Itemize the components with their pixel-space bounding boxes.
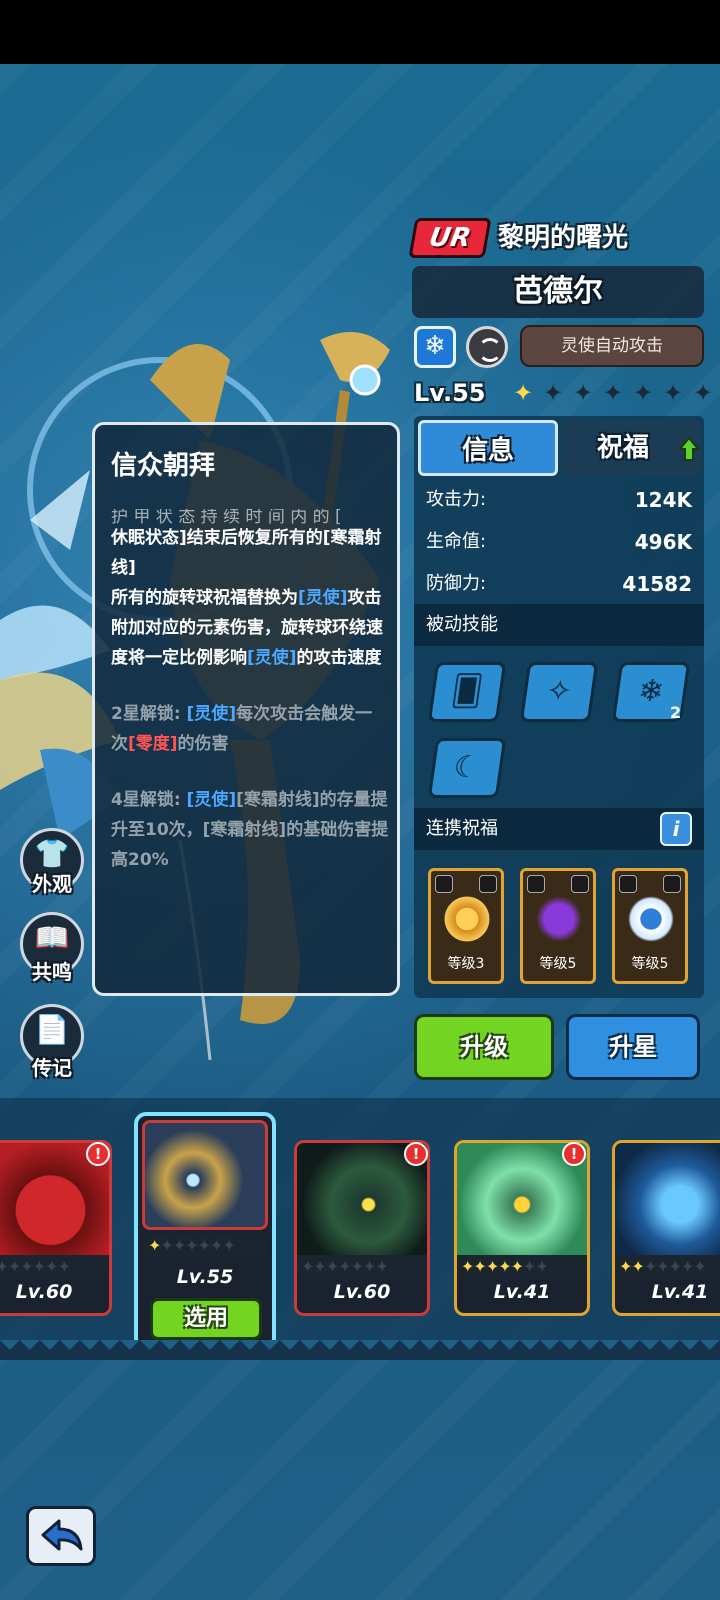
star-icon-filled: ✦ bbox=[512, 379, 534, 407]
hero-stars: ✦✦✦✦✦✦✦ bbox=[457, 1255, 587, 1279]
status-bar bbox=[0, 0, 720, 64]
star-icon-empty: ✦ bbox=[662, 379, 684, 407]
hero-level: Lv.41 bbox=[493, 1281, 551, 1303]
hero-level: Lv.60 bbox=[333, 1281, 391, 1303]
type-icon bbox=[527, 875, 545, 893]
back-arrow-icon bbox=[41, 1519, 83, 1551]
bless-card[interactable]: 等级5 bbox=[520, 868, 596, 984]
bless-level: 等级5 bbox=[539, 956, 577, 972]
book-icon: 📖 bbox=[34, 921, 70, 954]
select-button[interactable]: 选用 bbox=[150, 1298, 262, 1340]
tooltip-text: 休眠状态]结束后恢复所有的[寒霜射线] bbox=[111, 528, 382, 578]
shirt-icon: 👕 bbox=[34, 837, 70, 870]
tooltip-title: 信众朝拜 bbox=[111, 451, 216, 481]
skill-tooltip[interactable]: 信众朝拜 护 甲 状 态 持 续 时 间 内 的 [ 休眠状态]结束后恢复所有的… bbox=[92, 422, 400, 996]
hero-card[interactable]: ✦✦✦✦✦✦✦ Lv.41 bbox=[454, 1140, 590, 1316]
character-title: 黎明的曙光 bbox=[498, 223, 629, 253]
auto-attack-button[interactable]: 灵使自动攻击 bbox=[520, 325, 704, 367]
biography-label: 传记 bbox=[32, 1056, 72, 1080]
bless-card[interactable]: 等级3 bbox=[428, 868, 504, 984]
tooltip-keyword: [灵使] bbox=[186, 790, 237, 810]
star-icon-empty: ✦ bbox=[632, 379, 654, 407]
tooltip-text: 的伤害 bbox=[177, 734, 229, 754]
tooltip-body: 休眠状态]结束后恢复所有的[寒霜射线] 所有的旋转球祝福替换为[灵使]攻击附加对… bbox=[111, 523, 389, 901]
star-icon-empty: ✦ bbox=[542, 379, 564, 407]
tooltip-text: 2星解锁: bbox=[111, 704, 187, 724]
snowflake-icon[interactable]: ❄ bbox=[414, 326, 456, 368]
star-icon-empty: ✦ bbox=[692, 379, 714, 407]
roster-divider bbox=[0, 1340, 720, 1360]
appearance-label: 外观 bbox=[32, 872, 72, 896]
info-button[interactable]: i bbox=[660, 812, 692, 846]
hero-card[interactable]: ✦✦✦✦✦✦✦ Lv.41 bbox=[612, 1140, 720, 1316]
hero-card[interactable]: ✦✦✦✦✦✦✦ Lv.60 bbox=[294, 1140, 430, 1316]
hero-level: Lv.41 bbox=[651, 1281, 709, 1303]
orb-skill-icon[interactable]: ✧ bbox=[519, 662, 599, 722]
alert-badge: ! bbox=[86, 1142, 110, 1166]
star-rating: ✦ ✦ ✦ ✦ ✦ ✦ ✦ bbox=[510, 376, 716, 410]
bless-level: 等级5 bbox=[631, 956, 669, 972]
stat-health: 生命值: 496K bbox=[418, 522, 700, 562]
type-icon bbox=[435, 875, 453, 893]
tooltip-keyword: [零度] bbox=[128, 734, 178, 754]
alert-badge: ! bbox=[404, 1142, 428, 1166]
stat-value: 496K bbox=[634, 530, 692, 554]
hero-stars: ✦✦✦✦✦✦✦ bbox=[297, 1255, 427, 1279]
back-button[interactable] bbox=[26, 1506, 96, 1566]
shadow-skill-icon[interactable]: ☾ bbox=[427, 738, 507, 798]
bless-level: 等级3 bbox=[447, 956, 485, 972]
hero-card-selected[interactable]: ✦✦✦✦✦✦✦ Lv.55 选用 bbox=[134, 1112, 276, 1350]
tooltip-keyword: [灵使] bbox=[186, 704, 237, 724]
star-icon-empty: ✦ bbox=[602, 379, 624, 407]
orbit-icon[interactable] bbox=[466, 326, 508, 368]
bat-wing-icon bbox=[533, 893, 585, 945]
target-icon bbox=[441, 893, 493, 945]
tooltip-paragraph: 休眠状态]结束后恢复所有的[寒霜射线] 所有的旋转球祝福替换为[灵使]攻击附加对… bbox=[111, 523, 389, 673]
heart-icon bbox=[571, 875, 589, 893]
hero-stars: ✦✦✦✦✦✦✦ bbox=[615, 1255, 720, 1279]
passive-skills-header: 被动技能 bbox=[414, 604, 704, 646]
upgrade-arrow-icon bbox=[678, 436, 700, 461]
alert-badge: ! bbox=[562, 1142, 586, 1166]
star-up-button[interactable]: 升星 bbox=[566, 1014, 700, 1080]
stat-label: 攻击力: bbox=[426, 489, 487, 510]
tab-info[interactable]: 信息 bbox=[418, 420, 558, 476]
rarity-badge: UR bbox=[408, 218, 492, 258]
character-level: Lv.55 bbox=[414, 379, 486, 407]
character-name: 芭德尔 bbox=[412, 266, 704, 318]
hero-level: Lv.60 bbox=[15, 1281, 73, 1303]
stat-defense: 防御力: 41582 bbox=[418, 564, 700, 604]
tab-bless-label: 祝福 bbox=[596, 433, 649, 463]
resonance-label: 共鸣 bbox=[32, 960, 72, 984]
type-icon bbox=[619, 875, 637, 893]
heart-icon bbox=[479, 875, 497, 893]
tooltip-paragraph: 2星解锁: [灵使]每次攻击会触发一次[零度]的伤害 bbox=[111, 699, 389, 759]
stat-value: 41582 bbox=[622, 572, 692, 596]
hero-level: Lv.55 bbox=[176, 1266, 234, 1288]
upgrade-button[interactable]: 升级 bbox=[414, 1014, 554, 1080]
hero-portrait bbox=[615, 1143, 720, 1255]
star-icon-empty: ✦ bbox=[572, 379, 594, 407]
frost-orb-icon bbox=[625, 893, 677, 945]
tooltip-keyword: [灵使] bbox=[247, 648, 297, 668]
hero-card[interactable]: ✦✦✦✦✦✦✦ Lv.60 bbox=[0, 1140, 112, 1316]
tooltip-text: 4星解锁: bbox=[111, 790, 187, 810]
tooltip-paragraph: 4星解锁: [灵使][寒霜射线]的存量提升至10次，[寒霜射线]的基础伤害提高2… bbox=[111, 785, 389, 875]
tooltip-text: 所有的旋转球祝福替换为 bbox=[111, 588, 298, 608]
hero-stars: ✦✦✦✦✦✦✦ bbox=[0, 1255, 109, 1279]
stat-label: 防御力: bbox=[426, 573, 487, 594]
skill-count-badge: 2 bbox=[670, 703, 682, 722]
heart-icon bbox=[663, 875, 681, 893]
document-icon: 📄 bbox=[34, 1013, 70, 1046]
stat-value: 124K bbox=[634, 488, 692, 512]
hero-portrait bbox=[142, 1120, 268, 1230]
hero-stars: ✦✦✦✦✦✦✦ bbox=[144, 1234, 266, 1258]
stat-attack: 攻击力: 124K bbox=[418, 480, 700, 520]
bless-card[interactable]: 等级5 bbox=[612, 868, 688, 984]
tooltip-text: 的攻击速度 bbox=[296, 648, 382, 668]
card-skill-icon[interactable]: 🂠 bbox=[427, 662, 507, 722]
stat-label: 生命值: bbox=[426, 531, 487, 552]
tooltip-keyword: [灵使] bbox=[298, 588, 348, 608]
